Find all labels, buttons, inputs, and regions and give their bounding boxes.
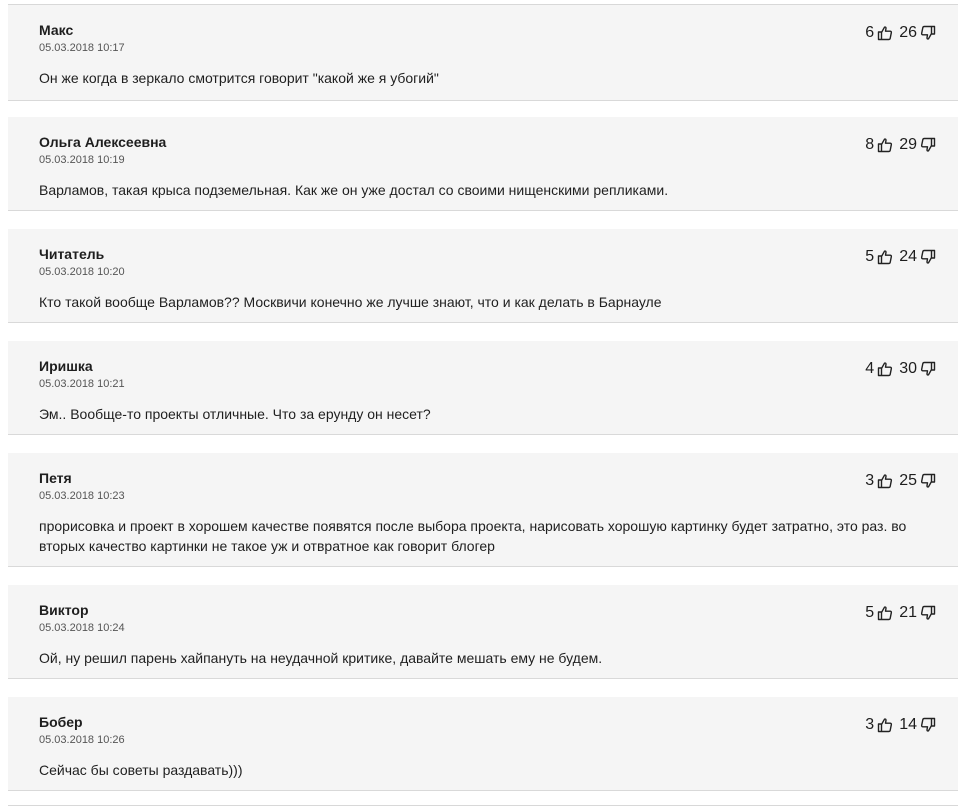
thumbs-down-icon (920, 717, 936, 732)
thumbs-down-icon (920, 473, 936, 488)
thumbs-down-icon (920, 25, 936, 40)
comment-author[interactable]: Иришка (39, 358, 93, 374)
dislike-button[interactable]: 24 (899, 248, 936, 266)
vote-controls: 3 14 (865, 716, 936, 734)
thumbs-up-icon (878, 362, 893, 377)
dislike-count: 26 (899, 24, 917, 41)
dislike-button[interactable]: 30 (899, 360, 936, 378)
like-button[interactable]: 4 (865, 360, 893, 378)
comment: Иришка 05.03.2018 10:21 4 30 Эм.. Вообще… (8, 341, 958, 435)
comment-date: 05.03.2018 10:24 (39, 622, 125, 634)
vote-controls: 6 26 (865, 24, 936, 42)
thumbs-down-icon (920, 249, 936, 264)
dislike-button[interactable]: 25 (899, 472, 936, 490)
dislike-count: 29 (899, 136, 917, 153)
thumbs-up-icon (878, 138, 893, 153)
comment-date: 05.03.2018 10:17 (39, 42, 125, 54)
comment: Макс 05.03.2018 10:17 6 26 Он же когда в… (8, 5, 958, 101)
like-button[interactable]: 3 (865, 716, 893, 734)
dislike-button[interactable]: 26 (899, 24, 936, 42)
comment-author[interactable]: Ольга Алексеевна (39, 134, 166, 150)
comment: Виктор 05.03.2018 10:24 5 21 Ой, ну реши… (8, 585, 958, 679)
dislike-count: 30 (899, 360, 917, 377)
divider (8, 805, 958, 806)
like-button[interactable]: 5 (865, 248, 893, 266)
comment-text: прорисовка и проект в хорошем качестве п… (39, 518, 907, 554)
like-count: 3 (865, 716, 875, 733)
like-count: 5 (865, 604, 875, 621)
thumbs-down-icon (920, 137, 936, 152)
comment-text: Ой, ну решил парень хайпануть на неудачн… (39, 650, 603, 666)
comment-author[interactable]: Виктор (39, 602, 89, 618)
like-count: 8 (865, 136, 875, 153)
vote-controls: 3 25 (865, 472, 936, 490)
comment-date: 05.03.2018 10:26 (39, 734, 125, 746)
dislike-count: 24 (899, 248, 917, 265)
thumbs-up-icon (878, 250, 893, 265)
vote-controls: 8 29 (865, 136, 936, 154)
thumbs-up-icon (878, 474, 893, 489)
comment-date: 05.03.2018 10:21 (39, 378, 125, 390)
comment-author[interactable]: Макс (39, 22, 73, 38)
like-button[interactable]: 8 (865, 136, 893, 154)
comment-author[interactable]: Бобер (39, 714, 83, 730)
dislike-count: 25 (899, 472, 917, 489)
comment-text: Он же когда в зеркало смотрится говорит … (39, 70, 439, 86)
vote-controls: 5 24 (865, 248, 936, 266)
comments-list: Макс 05.03.2018 10:17 6 26 Он же когда в… (0, 0, 966, 812)
thumbs-down-icon (920, 605, 936, 620)
like-count: 4 (865, 360, 875, 377)
like-button[interactable]: 3 (865, 472, 893, 490)
comment-date: 05.03.2018 10:23 (39, 490, 125, 502)
like-button[interactable]: 6 (865, 24, 893, 42)
dislike-count: 21 (899, 604, 917, 621)
comment: Петя 05.03.2018 10:23 3 25 прорисовка и … (8, 453, 958, 567)
comment: Ольга Алексеевна 05.03.2018 10:19 8 29 В… (8, 117, 958, 211)
like-count: 5 (865, 248, 875, 265)
comment-text: Кто такой вообще Варламов?? Москвичи кон… (39, 294, 662, 310)
dislike-button[interactable]: 29 (899, 136, 936, 154)
comment-date: 05.03.2018 10:19 (39, 154, 125, 166)
comment: Читатель 05.03.2018 10:20 5 24 Кто такой… (8, 229, 958, 323)
thumbs-up-icon (878, 606, 893, 621)
comment-author[interactable]: Петя (39, 470, 72, 486)
dislike-button[interactable]: 21 (899, 604, 936, 622)
comment-text: Варламов, такая крыса подземельная. Как … (39, 182, 669, 198)
vote-controls: 4 30 (865, 360, 936, 378)
like-button[interactable]: 5 (865, 604, 893, 622)
dislike-button[interactable]: 14 (899, 716, 936, 734)
thumbs-up-icon (878, 718, 893, 733)
comment-author[interactable]: Читатель (39, 246, 104, 262)
dislike-count: 14 (899, 716, 917, 733)
like-count: 6 (865, 24, 875, 41)
comment: Бобер 05.03.2018 10:26 3 14 Сейчас бы со… (8, 697, 958, 791)
like-count: 3 (865, 472, 875, 489)
comment-text: Эм.. Вообще-то проекты отличные. Что за … (39, 406, 431, 422)
vote-controls: 5 21 (865, 604, 936, 622)
comment-text: Сейчас бы советы раздавать))) (39, 762, 243, 778)
thumbs-up-icon (878, 26, 893, 41)
thumbs-down-icon (920, 361, 936, 376)
comment-date: 05.03.2018 10:20 (39, 266, 125, 278)
